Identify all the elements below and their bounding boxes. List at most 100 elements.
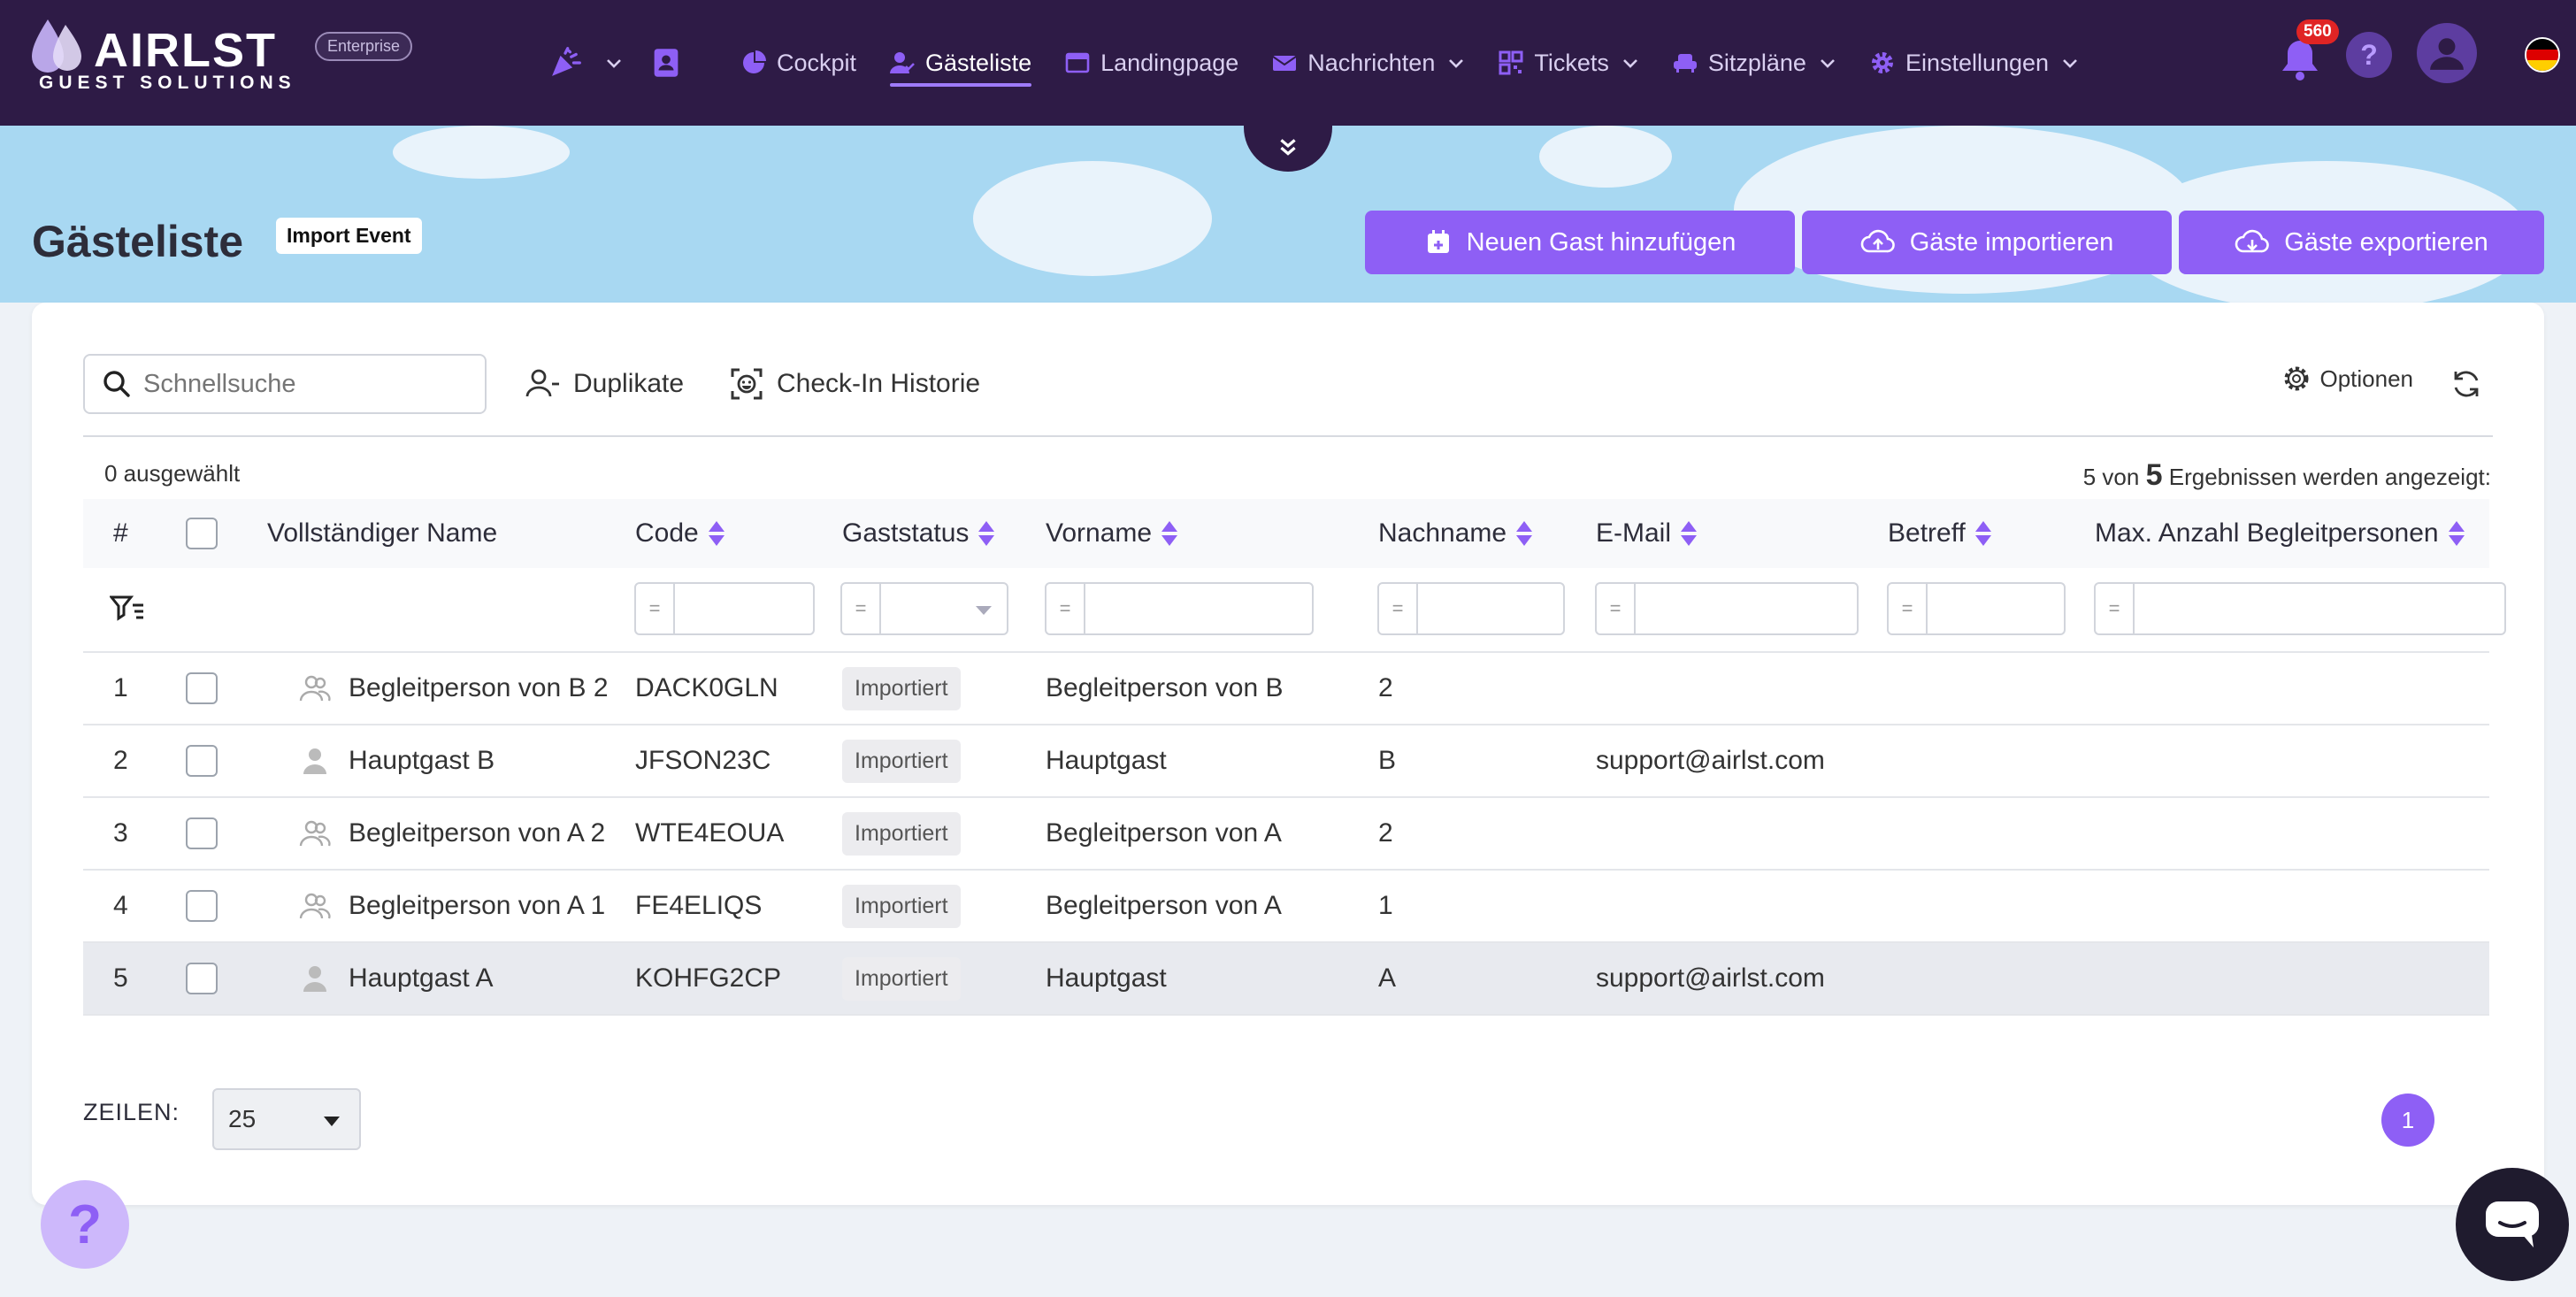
airlst-logo[interactable]: AIRLST GUEST SOLUTIONS Enterprise <box>30 16 413 104</box>
nav-item-nachrichten[interactable]: Nachrichten <box>1272 0 1465 126</box>
full-name-text: Hauptgast B <box>349 746 495 775</box>
armchair-icon <box>1673 54 1697 73</box>
table-row[interactable]: 4 Begleitperson von A 1 FE4ELIQS Importi… <box>83 871 2489 943</box>
nav-item-gaesteliste[interactable]: Gästeliste <box>890 0 1032 126</box>
filter-subject[interactable]: = <box>1887 582 2066 635</box>
column-header-label: E-Mail <box>1596 518 1672 548</box>
column-header-full-name[interactable]: Vollständiger Name <box>267 518 497 549</box>
chevron-down-icon <box>607 59 621 68</box>
user-check-icon <box>890 52 915 73</box>
user-avatar[interactable] <box>2417 23 2477 83</box>
result-count-prefix: 5 von <box>2082 464 2140 490</box>
filter-status[interactable]: = <box>840 582 1008 635</box>
table-row[interactable]: 2 Hauptgast B JFSON23C Importiert Hauptg… <box>83 725 2489 798</box>
nav-item-cockpit[interactable]: Cockpit <box>741 0 856 126</box>
filter-operator[interactable]: = <box>1379 584 1418 633</box>
column-header-last-name[interactable]: Nachname <box>1378 518 1533 549</box>
cell-last-name: A <box>1378 963 1397 993</box>
column-header-label: Vollständiger Name <box>267 518 498 548</box>
options-button[interactable]: Optionen <box>2282 365 2413 393</box>
row-checkbox[interactable] <box>186 963 218 994</box>
nav-item-landingpage[interactable]: Landingpage <box>1065 0 1238 126</box>
help-fab-button[interactable]: ? <box>41 1180 129 1269</box>
status-badge: Importiert <box>842 956 961 1001</box>
filter-operator[interactable]: = <box>1889 584 1928 633</box>
column-header-code[interactable]: Code <box>635 518 725 549</box>
filter-operator[interactable]: = <box>636 584 675 633</box>
cell-code: WTE4EOUA <box>635 818 785 848</box>
column-header-first-name[interactable]: Vorname <box>1046 518 1178 549</box>
checkin-history-button[interactable]: Check-In Historie <box>729 354 980 414</box>
cell-full-name: Hauptgast B <box>299 725 494 796</box>
cloud-upload-icon <box>1860 229 1895 253</box>
chevron-down-icon <box>1622 59 1637 68</box>
guest-list-card: Duplikate Check-In Historie Optionen 0 a… <box>32 303 2544 1205</box>
column-header-max-companions[interactable]: Max. Anzahl Begleitpersonen <box>2095 518 2465 549</box>
cell-first-name: Begleitperson von B <box>1046 673 1284 702</box>
full-name-text: Begleitperson von A 2 <box>349 818 606 848</box>
filter-first-name[interactable]: = <box>1045 582 1314 635</box>
select-all-checkbox[interactable] <box>186 518 218 549</box>
export-guests-button[interactable]: Gäste exportieren <box>2179 211 2544 274</box>
duplicates-button[interactable]: Duplikate <box>525 354 684 414</box>
rows-per-page-value: 25 <box>228 1105 257 1132</box>
cell-full-name: Begleitperson von A 1 <box>299 871 605 941</box>
cell-full-name: Hauptgast A <box>299 943 493 1014</box>
language-flag-de[interactable] <box>2525 37 2560 73</box>
filter-code[interactable]: = <box>634 582 815 635</box>
search-input[interactable] <box>143 369 444 399</box>
cell-index: 2 <box>113 746 128 775</box>
row-checkbox[interactable] <box>186 745 218 777</box>
filter-operator[interactable]: = <box>1597 584 1636 633</box>
user-avatar-icon <box>2430 38 2464 70</box>
cell-last-name: 2 <box>1378 673 1393 702</box>
page-button-current[interactable]: 1 <box>2381 1094 2434 1147</box>
filter-operator[interactable]: = <box>1046 584 1085 633</box>
row-checkbox[interactable] <box>186 817 218 849</box>
filter-operator[interactable]: = <box>2096 584 2135 633</box>
filter-lines-icon[interactable] <box>110 595 145 623</box>
quick-search[interactable] <box>83 354 487 414</box>
rows-per-page-label: ZEILEN: <box>83 1099 180 1125</box>
rows-per-page-select[interactable]: 25 <box>212 1088 361 1150</box>
cell-checkbox <box>186 943 218 1014</box>
nav-item-einstellungen[interactable]: Einstellungen <box>1870 0 2079 126</box>
chat-widget-button[interactable] <box>2456 1168 2569 1281</box>
nav-item-sitzplaene[interactable]: Sitzpläne <box>1673 0 1836 126</box>
sort-icon <box>1516 521 1533 546</box>
add-guest-button[interactable]: Neuen Gast hinzufügen <box>1365 211 1795 274</box>
nav-party-menu[interactable] <box>548 0 623 126</box>
filter-max-companions[interactable]: = <box>2094 582 2506 635</box>
gear-icon <box>1871 52 1893 73</box>
filter-operator[interactable]: = <box>842 584 881 633</box>
help-button[interactable]: ? <box>2346 32 2392 78</box>
import-guests-button[interactable]: Gäste importieren <box>1802 211 2172 274</box>
face-scan-icon <box>731 368 763 400</box>
cell-checkbox <box>186 725 218 796</box>
nav-label: Nachrichten <box>1307 49 1436 76</box>
table-row[interactable]: 3 Begleitperson von A 2 WTE4EOUA Importi… <box>83 798 2489 871</box>
cell-checkbox <box>186 653 218 724</box>
full-name-text: Begleitperson von B 2 <box>349 673 609 702</box>
filter-last-name[interactable]: = <box>1377 582 1565 635</box>
nav-contacts[interactable] <box>651 0 692 126</box>
cell-email: support@airlst.com <box>1596 746 1825 775</box>
filter-row: = = = = = = = <box>83 568 2506 653</box>
nav-label: Landingpage <box>1100 49 1239 76</box>
table-row[interactable]: 1 Begleitperson von B 2 DACK0GLN Importi… <box>83 653 2489 725</box>
row-checkbox[interactable] <box>186 672 218 704</box>
duplicates-label: Duplikate <box>573 369 685 398</box>
row-checkbox[interactable] <box>186 890 218 922</box>
result-count-total: 5 <box>2145 458 2163 492</box>
table-row[interactable]: 5 Hauptgast A KOHFG2CP Importiert Hauptg… <box>83 943 2489 1016</box>
nav-label: Gästeliste <box>925 49 1032 76</box>
filter-email[interactable]: = <box>1595 582 1859 635</box>
column-header-email[interactable]: E-Mail <box>1596 518 1698 549</box>
calendar-plus-icon <box>1427 230 1449 253</box>
sort-icon <box>1162 521 1178 546</box>
refresh-icon[interactable] <box>2449 366 2484 402</box>
column-header-status[interactable]: Gaststatus <box>842 518 995 549</box>
nav-item-tickets[interactable]: Tickets <box>1499 0 1639 126</box>
column-header-subject[interactable]: Betreff <box>1888 518 1992 549</box>
cell-status: Importiert <box>842 871 961 941</box>
